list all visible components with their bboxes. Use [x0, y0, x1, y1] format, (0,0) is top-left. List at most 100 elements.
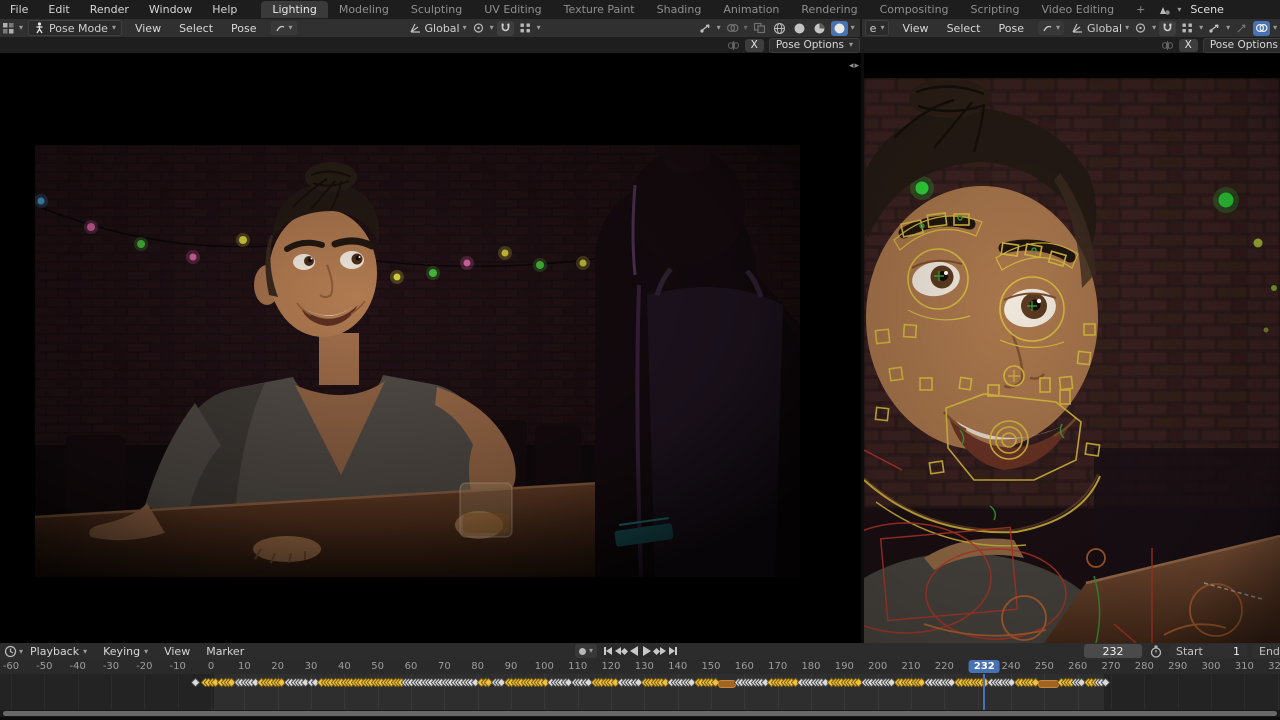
- timeline-menu-keying[interactable]: Keying▾: [96, 645, 155, 658]
- orientation-label-right[interactable]: Global: [1087, 22, 1122, 35]
- timeline-editor-type-icon[interactable]: [2, 644, 19, 659]
- gizmo-caret[interactable]: ▾: [1226, 24, 1230, 32]
- menu-select-right[interactable]: Select: [939, 22, 989, 35]
- pose-options-dropdown[interactable]: Pose Options▾: [769, 38, 860, 53]
- active-tool-dropdown[interactable]: ▾: [271, 21, 297, 35]
- shading-caret[interactable]: ▾: [851, 24, 855, 32]
- viewport-3d-right[interactable]: [864, 53, 1280, 643]
- workspace-tab-animation[interactable]: Animation: [712, 1, 790, 18]
- shading-wireframe-icon[interactable]: [771, 21, 788, 36]
- end-frame-field[interactable]: End268: [1252, 644, 1280, 658]
- show-overlays-icon[interactable]: [724, 21, 741, 36]
- auto-keying-icon[interactable]: [1147, 644, 1164, 659]
- menu-view[interactable]: View: [127, 22, 169, 35]
- mode-dropdown-right[interactable]: e▾: [865, 20, 890, 36]
- timeline-scrollbar[interactable]: [0, 710, 1280, 717]
- workspace-tab-shading[interactable]: Shading: [646, 1, 713, 18]
- pivot-point-icon[interactable]: [470, 21, 487, 36]
- workspace-tab-lighting[interactable]: Lighting: [261, 1, 327, 18]
- area-resize-widget[interactable]: ◂▸: [849, 61, 860, 71]
- workspace-tab-uv-editing[interactable]: UV Editing: [473, 1, 552, 18]
- mirror-x-button[interactable]: X: [1179, 39, 1198, 52]
- ruler-tick-label: 180: [801, 661, 820, 672]
- play-reverse-button[interactable]: [627, 644, 640, 658]
- record-caret[interactable]: ▾: [589, 647, 593, 655]
- gizmo-arrows-icon[interactable]: [1233, 21, 1250, 36]
- timeline-ruler[interactable]: -60-50-40-30-20-100102030405060708090100…: [0, 660, 1280, 675]
- proportional-editing-icon[interactable]: [1179, 21, 1196, 36]
- menu-view-right[interactable]: View: [894, 22, 936, 35]
- overlays-caret[interactable]: ▾: [1273, 24, 1277, 32]
- topbar: FileEditRenderWindowHelp LightingModelin…: [0, 0, 1280, 19]
- editor-type-icon[interactable]: [0, 21, 17, 36]
- start-frame-field[interactable]: Start1: [1169, 644, 1247, 658]
- ruler-tick-label: 270: [1101, 661, 1120, 672]
- show-gizmo-icon[interactable]: [697, 21, 714, 36]
- mode-dropdown[interactable]: Pose Mode▾: [28, 20, 122, 36]
- timeline-menu-view[interactable]: View: [157, 645, 197, 658]
- workspace-tab-compositing[interactable]: Compositing: [869, 1, 960, 18]
- ruler-tick-label: 290: [1168, 661, 1187, 672]
- proportional-caret[interactable]: ▾: [537, 24, 541, 32]
- timeline-menu-marker[interactable]: Marker: [199, 645, 251, 658]
- topbar-menus: FileEditRenderWindowHelp: [0, 3, 247, 16]
- overlays-caret[interactable]: ▾: [744, 24, 748, 32]
- menu-pose[interactable]: Pose: [223, 22, 264, 35]
- playhead-line[interactable]: [983, 674, 985, 710]
- pose-options-dropdown[interactable]: Pose Options▾: [1203, 38, 1280, 53]
- ruler-tick-label: 320: [1268, 661, 1280, 672]
- scene-dropdown-caret[interactable]: ▾: [1177, 6, 1181, 14]
- shading-rendered-icon[interactable]: [831, 21, 848, 36]
- keyframe-band[interactable]: [0, 674, 1280, 710]
- pivot-point-icon[interactable]: [1132, 21, 1149, 36]
- proportional-caret[interactable]: ▾: [1199, 24, 1203, 32]
- timeline-editor: ▾ Playback▾Keying▾ViewMarker ▾ 232 S: [0, 643, 1280, 720]
- timeline-menu-playback[interactable]: Playback▾: [23, 645, 94, 658]
- editor-type-caret[interactable]: ▾: [19, 24, 23, 32]
- workspace-tab--[interactable]: +: [1125, 1, 1156, 18]
- jump-end-button[interactable]: [666, 644, 679, 658]
- active-tool-dropdown-right[interactable]: ▾: [1038, 21, 1064, 35]
- menu-pose-right[interactable]: Pose: [991, 22, 1032, 35]
- ruler-tick-label: -30: [103, 661, 119, 672]
- show-gizmo-icon[interactable]: [1206, 21, 1223, 36]
- snap-magnet-icon[interactable]: [1159, 21, 1176, 36]
- menu-select[interactable]: Select: [171, 22, 221, 35]
- pivot-caret[interactable]: ▾: [1152, 24, 1156, 32]
- orientation-label[interactable]: Global: [425, 22, 460, 35]
- keyframe[interactable]: [190, 678, 200, 688]
- current-frame-badge[interactable]: 232: [969, 660, 1000, 673]
- shading-material-icon[interactable]: [811, 21, 828, 36]
- topbar-menu-file[interactable]: File: [0, 3, 38, 16]
- workspace-tab-modeling[interactable]: Modeling: [328, 1, 400, 18]
- workspace-tab-texture-paint[interactable]: Texture Paint: [553, 1, 646, 18]
- topbar-menu-render[interactable]: Render: [80, 3, 139, 16]
- topbar-menu-edit[interactable]: Edit: [38, 3, 79, 16]
- pivot-caret[interactable]: ▾: [490, 24, 494, 32]
- shading-solid-icon[interactable]: [791, 21, 808, 36]
- snap-magnet-icon[interactable]: [497, 21, 514, 36]
- topbar-menu-help[interactable]: Help: [202, 3, 247, 16]
- mirror-x-button[interactable]: X: [745, 39, 764, 52]
- workspace-tab-scripting[interactable]: Scripting: [960, 1, 1031, 18]
- prev-keyframe-button[interactable]: [614, 644, 627, 658]
- workspace-tab-rendering[interactable]: Rendering: [790, 1, 868, 18]
- gizmo-caret[interactable]: ▾: [717, 24, 721, 32]
- play-button[interactable]: [640, 644, 653, 658]
- ruler-tick-label: -10: [169, 661, 185, 672]
- topbar-menu-window[interactable]: Window: [139, 3, 202, 16]
- scene-name[interactable]: Scene: [1185, 2, 1280, 18]
- record-button[interactable]: ▾: [575, 644, 597, 658]
- transport-controls: ▾: [575, 644, 679, 658]
- proportional-editing-icon[interactable]: [517, 21, 534, 36]
- workspace-tab-video-editing[interactable]: Video Editing: [1030, 1, 1125, 18]
- current-frame-field[interactable]: 232: [1084, 644, 1142, 658]
- show-overlays-icon[interactable]: [1253, 21, 1270, 36]
- workspace-tab-sculpting[interactable]: Sculpting: [400, 1, 473, 18]
- jump-start-button[interactable]: [601, 644, 614, 658]
- viewport-3d-left[interactable]: [0, 53, 861, 643]
- timeline-scrollbar-thumb[interactable]: [3, 711, 1277, 716]
- viewport-left-header: ▾ Pose Mode▾ View Select Pose ▾ Global▾ …: [0, 19, 860, 37]
- next-keyframe-button[interactable]: [653, 644, 666, 658]
- xray-toggle-icon[interactable]: [751, 21, 768, 36]
